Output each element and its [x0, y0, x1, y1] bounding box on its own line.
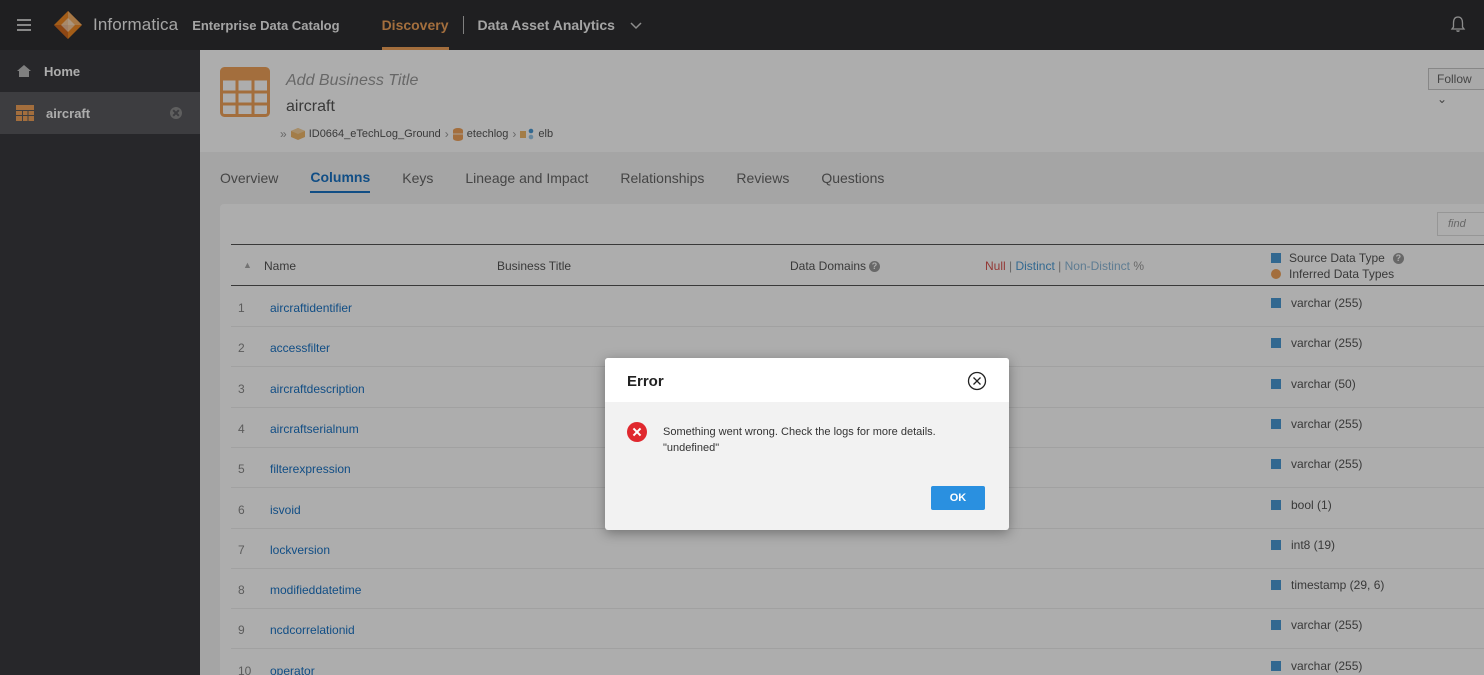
- dialog-title: Error: [627, 373, 664, 390]
- dialog-header: Error: [605, 358, 1009, 402]
- dialog-message: Something went wrong. Check the logs for…: [663, 426, 936, 454]
- modal-overlay: [0, 0, 1484, 675]
- error-icon: [627, 422, 647, 442]
- close-icon[interactable]: [967, 371, 987, 391]
- ok-button[interactable]: OK: [931, 486, 985, 510]
- error-dialog: Error Something went wrong. Check the lo…: [605, 358, 1009, 530]
